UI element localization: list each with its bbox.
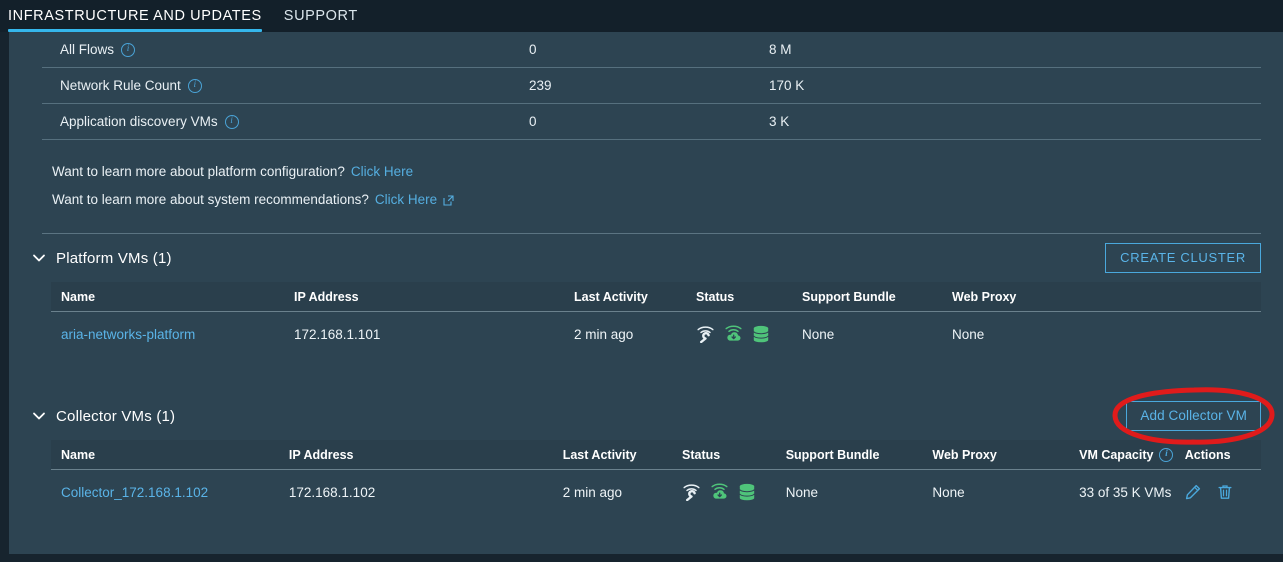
learn-more-question: Want to learn more about platform config…: [52, 164, 345, 179]
metric-label-cell: Application discovery VMs i: [42, 114, 529, 129]
learn-more-platform-configuration: Want to learn more about platform config…: [42, 158, 1261, 186]
table-row: Network Rule Count i 239 170 K: [42, 68, 1261, 104]
column-header-support-bundle: Support Bundle: [785, 447, 880, 462]
column-header-status: Status: [696, 289, 735, 304]
metrics-table: All Flows i 0 8 M Network Rule Count i 2…: [42, 32, 1261, 140]
application-window: INFRASTRUCTURE AND UPDATES SUPPORT All F…: [0, 0, 1283, 562]
table-row: Application discovery VMs i 0 3 K: [42, 104, 1261, 140]
collector-vms-table: Name IP Address Last Activity Status Sup…: [51, 440, 1261, 514]
metric-label: All Flows: [60, 42, 115, 57]
metric-value-current: 0: [529, 114, 537, 129]
column-header-actions: Actions: [1184, 447, 1231, 462]
column-header-web-proxy: Web Proxy: [952, 289, 1017, 304]
metric-value-max: 170 K: [769, 78, 805, 93]
platform-vm-name-link[interactable]: aria-networks-platform: [61, 327, 195, 342]
collector-vm-actions-cell: [1185, 484, 1261, 500]
column-header-last-activity: Last Activity: [562, 447, 637, 462]
page-content: All Flows i 0 8 M Network Rule Count i 2…: [9, 32, 1283, 554]
left-rail: [0, 32, 9, 554]
info-icon[interactable]: i: [224, 114, 239, 129]
collector-vm-last-activity: 2 min ago: [562, 484, 623, 500]
metric-label-cell: All Flows i: [42, 42, 529, 57]
platform-vms-section-header: Platform VMs (1) CREATE CLUSTER: [29, 234, 1261, 282]
info-icon[interactable]: i: [1159, 447, 1174, 462]
metric-value-current: 239: [529, 78, 552, 93]
tab-label: INFRASTRUCTURE AND UPDATES: [8, 8, 262, 24]
platform-vm-last-activity: 2 min ago: [574, 326, 634, 342]
table-row: Collector_172.168.1.102 172.168.1.102 2 …: [51, 470, 1261, 514]
platform-vm-support-bundle: None: [802, 326, 835, 342]
top-tab-bar: INFRASTRUCTURE AND UPDATES SUPPORT: [0, 0, 1283, 32]
table-row: All Flows i 0 8 M: [42, 32, 1261, 68]
wifi-cloud-download-icon[interactable]: [724, 325, 743, 343]
wifi-cloud-download-icon[interactable]: [710, 483, 729, 501]
column-header-ip-address: IP Address: [294, 289, 359, 304]
click-here-link[interactable]: Click Here: [375, 192, 437, 207]
column-header-vm-capacity-label: VM Capacity: [1079, 447, 1154, 462]
table-row: aria-networks-platform 172.168.1.101 2 m…: [51, 312, 1261, 356]
bottom-rail: [0, 554, 1283, 562]
platform-vm-web-proxy: None: [952, 326, 985, 342]
click-here-link[interactable]: Click Here: [351, 164, 413, 179]
chevron-down-icon[interactable]: [29, 406, 49, 426]
column-header-support-bundle: Support Bundle: [802, 289, 896, 304]
column-header-name: Name: [61, 447, 96, 462]
table-header-row: Name IP Address Last Activity Status Sup…: [51, 440, 1261, 470]
collector-vm-name-link[interactable]: Collector_172.168.1.102: [61, 485, 208, 500]
create-cluster-button[interactable]: CREATE CLUSTER: [1105, 243, 1261, 273]
external-link-icon[interactable]: [443, 195, 454, 206]
tab-label: SUPPORT: [283, 8, 358, 24]
add-collector-vm-button[interactable]: Add Collector VM: [1126, 401, 1261, 431]
metric-value-current: 0: [529, 42, 537, 57]
collector-vm-status-cell: [682, 483, 786, 501]
chevron-down-icon[interactable]: [29, 248, 49, 268]
status-icon-group: [682, 483, 786, 501]
metric-label: Network Rule Count: [60, 78, 181, 93]
learn-more-system-recommendations: Want to learn more about system recommen…: [42, 186, 1261, 214]
tab-support[interactable]: SUPPORT: [276, 0, 372, 28]
metric-value-max: 8 M: [769, 42, 792, 57]
wifi-wrench-icon[interactable]: [696, 325, 715, 343]
learn-more-links: Want to learn more about platform config…: [42, 140, 1261, 214]
metric-label-cell: Network Rule Count i: [42, 78, 529, 93]
platform-vm-status-cell: [696, 325, 802, 343]
column-header-name: Name: [61, 289, 96, 304]
column-header-last-activity: Last Activity: [574, 289, 648, 304]
database-stack-icon[interactable]: [752, 325, 770, 343]
learn-more-question: Want to learn more about system recommen…: [52, 192, 369, 207]
table-header-row: Name IP Address Last Activity Status Sup…: [51, 282, 1261, 312]
collector-vm-name-cell: Collector_172.168.1.102: [51, 485, 289, 500]
platform-vm-name-cell: aria-networks-platform: [51, 327, 294, 342]
column-header-status: Status: [682, 447, 721, 462]
delete-trash-icon[interactable]: [1217, 484, 1233, 500]
collector-vm-capacity: 33 of 35 K VMs: [1079, 484, 1172, 500]
column-header-vm-capacity: VM Capacity i: [1079, 447, 1185, 462]
column-header-ip-address: IP Address: [288, 447, 354, 462]
platform-vms-title: Platform VMs (1): [56, 249, 172, 267]
edit-pencil-icon[interactable]: [1185, 484, 1201, 500]
tab-infrastructure-and-updates[interactable]: INFRASTRUCTURE AND UPDATES: [0, 0, 276, 32]
collector-vms-section-header: Collector VMs (1) Add Collector VM: [29, 387, 1275, 445]
column-header-web-proxy: Web Proxy: [932, 447, 997, 462]
platform-vm-ip: 172.168.1.101: [294, 326, 381, 342]
collector-vm-web-proxy: None: [932, 484, 965, 500]
info-icon[interactable]: i: [187, 78, 202, 93]
platform-vms-table: Name IP Address Last Activity Status Sup…: [51, 282, 1261, 356]
info-icon[interactable]: i: [121, 42, 136, 57]
metric-label: Application discovery VMs: [60, 114, 218, 129]
action-icon-group: [1185, 484, 1261, 500]
status-icon-group: [696, 325, 802, 343]
wifi-wrench-icon[interactable]: [682, 483, 701, 501]
collector-vm-support-bundle: None: [785, 484, 818, 500]
collector-vm-ip: 172.168.1.102: [288, 484, 376, 500]
metric-value-max: 3 K: [769, 114, 790, 129]
database-stack-icon[interactable]: [738, 483, 756, 501]
collector-vms-title: Collector VMs (1): [56, 407, 176, 425]
